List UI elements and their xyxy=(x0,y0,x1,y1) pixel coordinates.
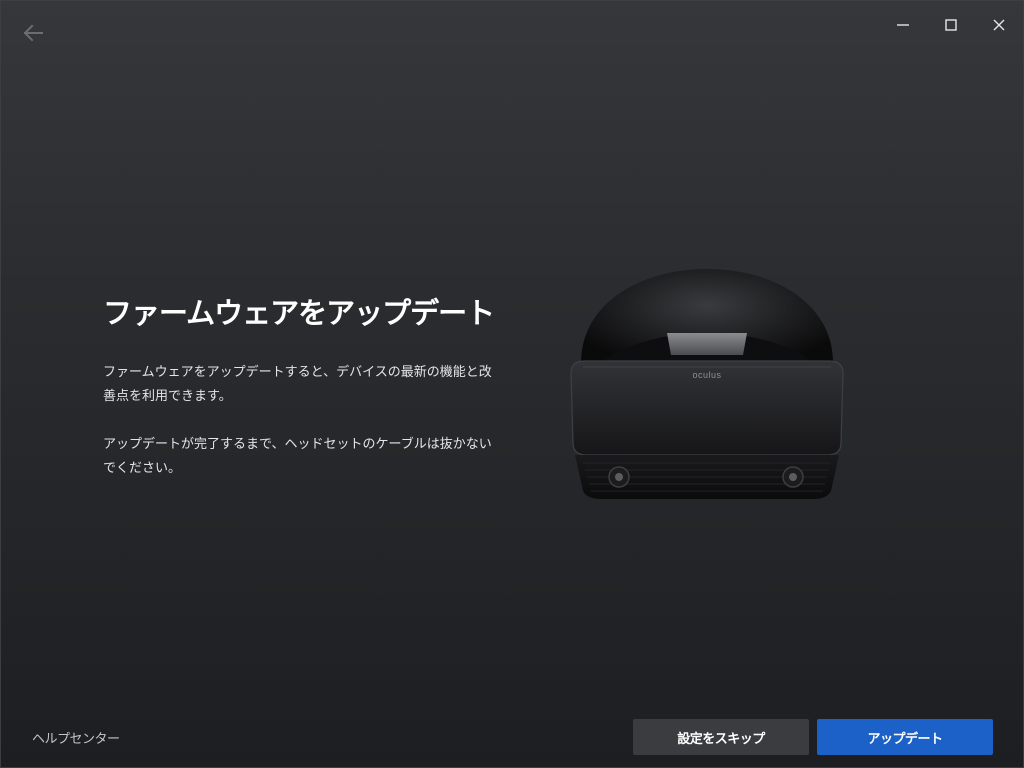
maximize-button[interactable] xyxy=(927,1,975,49)
window-controls xyxy=(879,1,1023,49)
close-button[interactable] xyxy=(975,1,1023,49)
description-paragraph: ファームウェアをアップデートすると、デバイスの最新の機能と改善点を利用できます。 xyxy=(103,365,492,404)
arrow-left-icon xyxy=(23,24,43,42)
minimize-button[interactable] xyxy=(879,1,927,49)
warning-paragraph: アップデートが完了するまで、ヘッドセットのケーブルは抜かないでください。 xyxy=(103,437,492,476)
app-window: ファームウェアをアップデート ファームウェアをアップデートすると、デバイスの最新… xyxy=(0,0,1024,768)
close-icon xyxy=(993,19,1005,31)
skip-setup-button[interactable]: 設定をスキップ xyxy=(633,719,809,755)
update-button[interactable]: アップデート xyxy=(817,719,993,755)
minimize-icon xyxy=(897,24,909,26)
maximize-icon xyxy=(945,19,957,31)
help-center-link[interactable]: ヘルプセンター xyxy=(32,728,120,747)
content-text: ファームウェアをアップデート ファームウェアをアップデートすると、デバイスの最新… xyxy=(103,293,503,505)
page-title: ファームウェアをアップデート xyxy=(103,296,495,330)
oculus-logo: oculus xyxy=(692,370,721,380)
headset-image: oculus xyxy=(561,263,853,509)
back-button[interactable] xyxy=(19,19,47,47)
